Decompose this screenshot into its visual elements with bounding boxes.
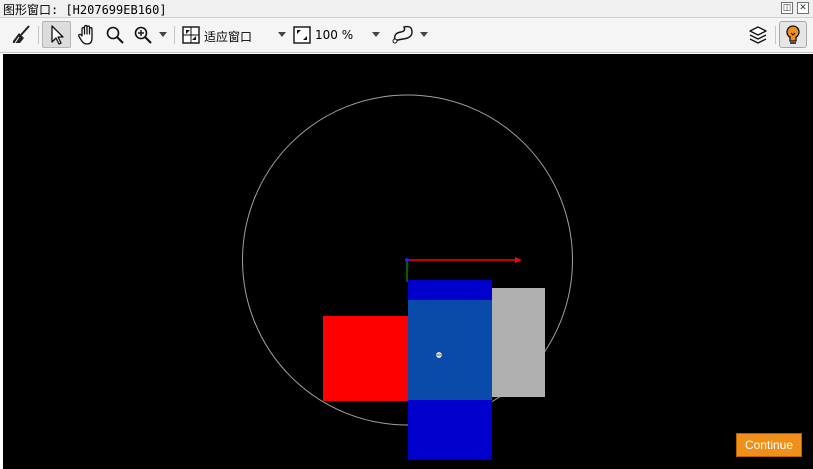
curve-path-icon — [392, 25, 413, 43]
zoom-in-dropdown-caret[interactable] — [159, 32, 167, 37]
fit-window-icon — [182, 25, 200, 44]
scene-canvas[interactable] — [3, 54, 813, 469]
zoom-level-dropdown-caret[interactable] — [372, 32, 380, 37]
lightbulb-icon — [786, 24, 800, 44]
red-block[interactable] — [323, 316, 409, 401]
continue-button[interactable]: Continue — [736, 433, 802, 457]
select-tool-button[interactable] — [42, 21, 71, 48]
toolbar-separator — [775, 26, 776, 44]
toolbar-separator — [174, 26, 175, 44]
actual-size-icon — [293, 25, 311, 44]
origin-point — [405, 258, 409, 262]
layers-button[interactable] — [745, 21, 771, 48]
pan-hand-icon — [78, 24, 93, 45]
gray-block[interactable] — [491, 288, 545, 397]
zoom-level-button[interactable] — [291, 21, 313, 48]
zoom-tool-button[interactable] — [103, 21, 127, 48]
clear-button[interactable] — [8, 21, 34, 48]
zoom-magnifier-icon — [106, 26, 124, 44]
curve-tool-button[interactable] — [390, 21, 418, 48]
pan-tool-button[interactable] — [74, 21, 100, 48]
x-axis-arrowhead — [515, 257, 522, 263]
curve-tool-dropdown-caret[interactable] — [420, 32, 428, 37]
lighting-toggle-button[interactable] — [779, 21, 807, 48]
toolbar-separator — [38, 26, 39, 44]
fit-mode-dropdown-caret[interactable] — [278, 32, 286, 37]
zoom-level-value[interactable]: 100 % — [315, 28, 353, 42]
fit-mode-label[interactable]: 适应窗口 — [204, 28, 252, 45]
clear-broom-icon — [13, 24, 30, 43]
layers-icon — [749, 25, 767, 44]
select-arrow-icon — [50, 24, 64, 45]
close-window-button[interactable]: ✕ — [797, 2, 809, 14]
graphics-viewport[interactable] — [3, 54, 813, 469]
window-title-bar: 图形窗口: [H207699EB160] ◫ ✕ — [0, 0, 813, 18]
restore-window-button[interactable]: ◫ — [781, 2, 793, 14]
graphics-toolbar: 适应窗口 100 % — [0, 18, 813, 53]
window-title: 图形窗口: [H207699EB160] — [3, 3, 167, 17]
zoom-in-icon — [134, 26, 152, 44]
fit-window-button[interactable] — [180, 21, 202, 48]
zoom-in-button[interactable] — [131, 21, 155, 48]
blue-block-overlap — [408, 300, 492, 400]
